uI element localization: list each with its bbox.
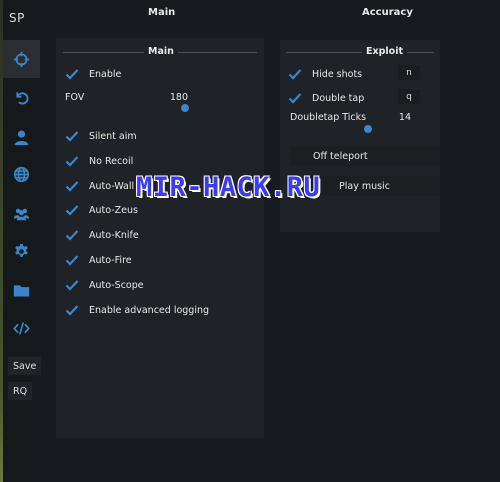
sidebar-item-friends[interactable]	[3, 194, 40, 232]
sidebar-item-players[interactable]	[3, 118, 40, 156]
sidebar-item-world[interactable]	[3, 155, 40, 193]
crosshair-icon	[13, 51, 30, 67]
option-label: Auto-Knife	[89, 229, 139, 241]
checkmark-icon	[65, 230, 79, 241]
checkmark-icon	[65, 255, 79, 266]
option-label: Auto-Scope	[89, 279, 144, 291]
save-button[interactable]: Save	[8, 357, 42, 375]
enable-checkbox[interactable]: Enable	[65, 68, 121, 80]
option-checkbox[interactable]: Enable advanced logging	[65, 304, 209, 316]
tab-accuracy[interactable]: Accuracy	[362, 7, 413, 18]
option-checkbox[interactable]: Auto-Scope	[65, 279, 144, 291]
option-label: No Recoil	[89, 155, 134, 167]
off-teleport-button[interactable]: Off teleport	[290, 146, 440, 166]
checkmark-icon	[288, 93, 302, 104]
doubletap-ticks-label: Doubletap Ticks	[290, 112, 367, 123]
hide-shots-keybind[interactable]: n	[398, 65, 420, 80]
option-checkbox[interactable]: Auto-Fire	[65, 254, 132, 266]
sidebar-item-aimbot[interactable]	[3, 40, 40, 78]
tab-main[interactable]: Main	[148, 7, 175, 18]
hide-shots-label: Hide shots	[312, 68, 363, 80]
double-tap-label: Double tap	[312, 92, 365, 104]
option-label: Auto-Wall	[89, 180, 135, 192]
option-label: Auto-Fire	[89, 254, 132, 266]
fov-value: 180	[169, 92, 188, 103]
users-icon	[13, 208, 30, 220]
fov-label: FOV	[65, 92, 85, 103]
code-icon	[13, 321, 30, 335]
option-checkbox[interactable]: No Recoil	[65, 155, 133, 167]
user-icon	[14, 130, 29, 145]
double-tap-checkbox[interactable]: Double tap	[288, 92, 364, 104]
option-label: Auto-Zeus	[89, 204, 138, 216]
sidebar-item-scripts[interactable]	[3, 309, 40, 347]
option-checkbox[interactable]: Auto-Zeus	[65, 204, 138, 216]
exploit-group-divider	[286, 52, 434, 53]
globe-icon	[13, 166, 30, 182]
gear-icon	[15, 243, 28, 257]
checkmark-icon	[65, 305, 79, 316]
sidebar-item-configs[interactable]	[3, 271, 40, 309]
checkmark-icon	[65, 156, 79, 167]
sidebar: SP Save RQ	[3, 0, 42, 482]
app-logo: SP	[9, 11, 25, 25]
sidebar-item-antiaim[interactable]	[3, 78, 40, 116]
rq-button[interactable]: RQ	[8, 382, 33, 400]
option-checkbox[interactable]: Auto-Knife	[65, 229, 139, 241]
exploit-group-title: Exploit	[362, 46, 407, 57]
doubletap-ticks-slider-handle[interactable]	[364, 125, 372, 133]
option-label: Enable advanced logging	[89, 304, 210, 316]
checkmark-icon	[65, 131, 79, 142]
checkmark-icon	[65, 205, 79, 216]
checkmark-icon	[288, 69, 302, 80]
sidebar-item-settings[interactable]	[3, 232, 40, 270]
watermark-overlay: MIR-HACK.RU	[136, 172, 321, 203]
double-tap-keybind[interactable]: q	[398, 89, 420, 104]
option-checkbox[interactable]: Silent aim	[65, 130, 137, 142]
folder-icon	[13, 284, 30, 296]
doubletap-ticks-value: 14	[398, 112, 411, 123]
main-group-title: Main	[144, 46, 178, 57]
option-checkbox[interactable]: Auto-Wall	[65, 180, 134, 192]
hide-shots-checkbox[interactable]: Hide shots	[288, 68, 362, 80]
checkmark-icon	[65, 69, 79, 80]
checkmark-icon	[65, 280, 79, 291]
fov-slider-handle[interactable]	[181, 104, 189, 112]
checkmark-icon	[65, 181, 79, 192]
enable-label: Enable	[89, 68, 122, 80]
option-label: Silent aim	[89, 130, 137, 142]
undo-icon	[16, 91, 29, 104]
